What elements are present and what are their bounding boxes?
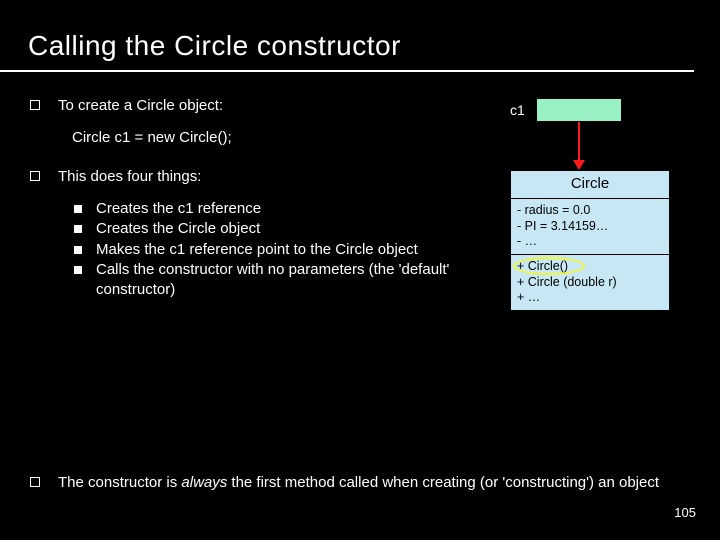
sub-bullet: Creates the c1 reference bbox=[74, 199, 490, 219]
filled-square-icon bbox=[74, 246, 82, 254]
sub-bullet: Makes the c1 reference point to the Circ… bbox=[74, 240, 490, 260]
bullet-3-post: the first method called when creating (o… bbox=[227, 474, 659, 491]
code-line: Circle c1 = new Circle(); bbox=[72, 128, 490, 148]
uml-attributes: - radius = 0.0 - PI = 3.14159… - … bbox=[511, 199, 669, 255]
slide-title: Calling the Circle constructor bbox=[0, 0, 694, 72]
reference-box bbox=[536, 98, 622, 122]
square-bullet-icon bbox=[30, 100, 40, 110]
sub-bullet-text: Calls the constructor with no parameters… bbox=[96, 260, 490, 299]
uml-attr: - PI = 3.14159… bbox=[517, 219, 663, 235]
uml-attr: - … bbox=[517, 234, 663, 250]
bullet-3-pre: The constructor is bbox=[58, 474, 181, 491]
sub-bullet-text: Creates the c1 reference bbox=[96, 199, 490, 219]
sub-bullet-text: Makes the c1 reference point to the Circ… bbox=[96, 240, 490, 260]
square-bullet-icon bbox=[30, 171, 40, 181]
uml-class-box: Circle - radius = 0.0 - PI = 3.14159… - … bbox=[510, 170, 670, 311]
bullet-1: To create a Circle object: bbox=[30, 96, 490, 116]
bullet-3-text: The constructor is always the first meth… bbox=[58, 473, 690, 493]
reference-diagram: c1 bbox=[510, 98, 690, 140]
uml-methods: + Circle() + Circle (double r) + … bbox=[511, 255, 669, 310]
uml-class-name: Circle bbox=[511, 171, 669, 199]
filled-square-icon bbox=[74, 225, 82, 233]
bullet-1-text: To create a Circle object: bbox=[58, 96, 490, 116]
sub-bullet: Calls the constructor with no parameters… bbox=[74, 260, 490, 299]
bullet-3-emph: always bbox=[181, 474, 227, 491]
bullet-3: The constructor is always the first meth… bbox=[30, 473, 690, 493]
uml-attr: - radius = 0.0 bbox=[517, 203, 663, 219]
content-area: To create a Circle object: Circle c1 = n… bbox=[0, 72, 720, 311]
uml-method: + Circle (double r) bbox=[517, 275, 663, 291]
slide-number: 105 bbox=[674, 505, 696, 520]
diagram-column: c1 Circle - radius = 0.0 - PI = 3.14159…… bbox=[510, 96, 690, 311]
arrow-icon bbox=[578, 122, 580, 168]
slide: Calling the Circle constructor To create… bbox=[0, 0, 720, 540]
text-column: To create a Circle object: Circle c1 = n… bbox=[30, 96, 490, 311]
sub-bullet: Creates the Circle object bbox=[74, 219, 490, 239]
uml-method: + Circle() bbox=[517, 259, 663, 275]
bullet-2-text: This does four things: bbox=[58, 167, 490, 187]
filled-square-icon bbox=[74, 205, 82, 213]
bullet-2: This does four things: bbox=[30, 167, 490, 187]
reference-label: c1 bbox=[510, 102, 525, 118]
filled-square-icon bbox=[74, 266, 82, 274]
square-bullet-icon bbox=[30, 477, 40, 487]
sub-bullet-text: Creates the Circle object bbox=[96, 219, 490, 239]
uml-method: + … bbox=[517, 290, 663, 306]
